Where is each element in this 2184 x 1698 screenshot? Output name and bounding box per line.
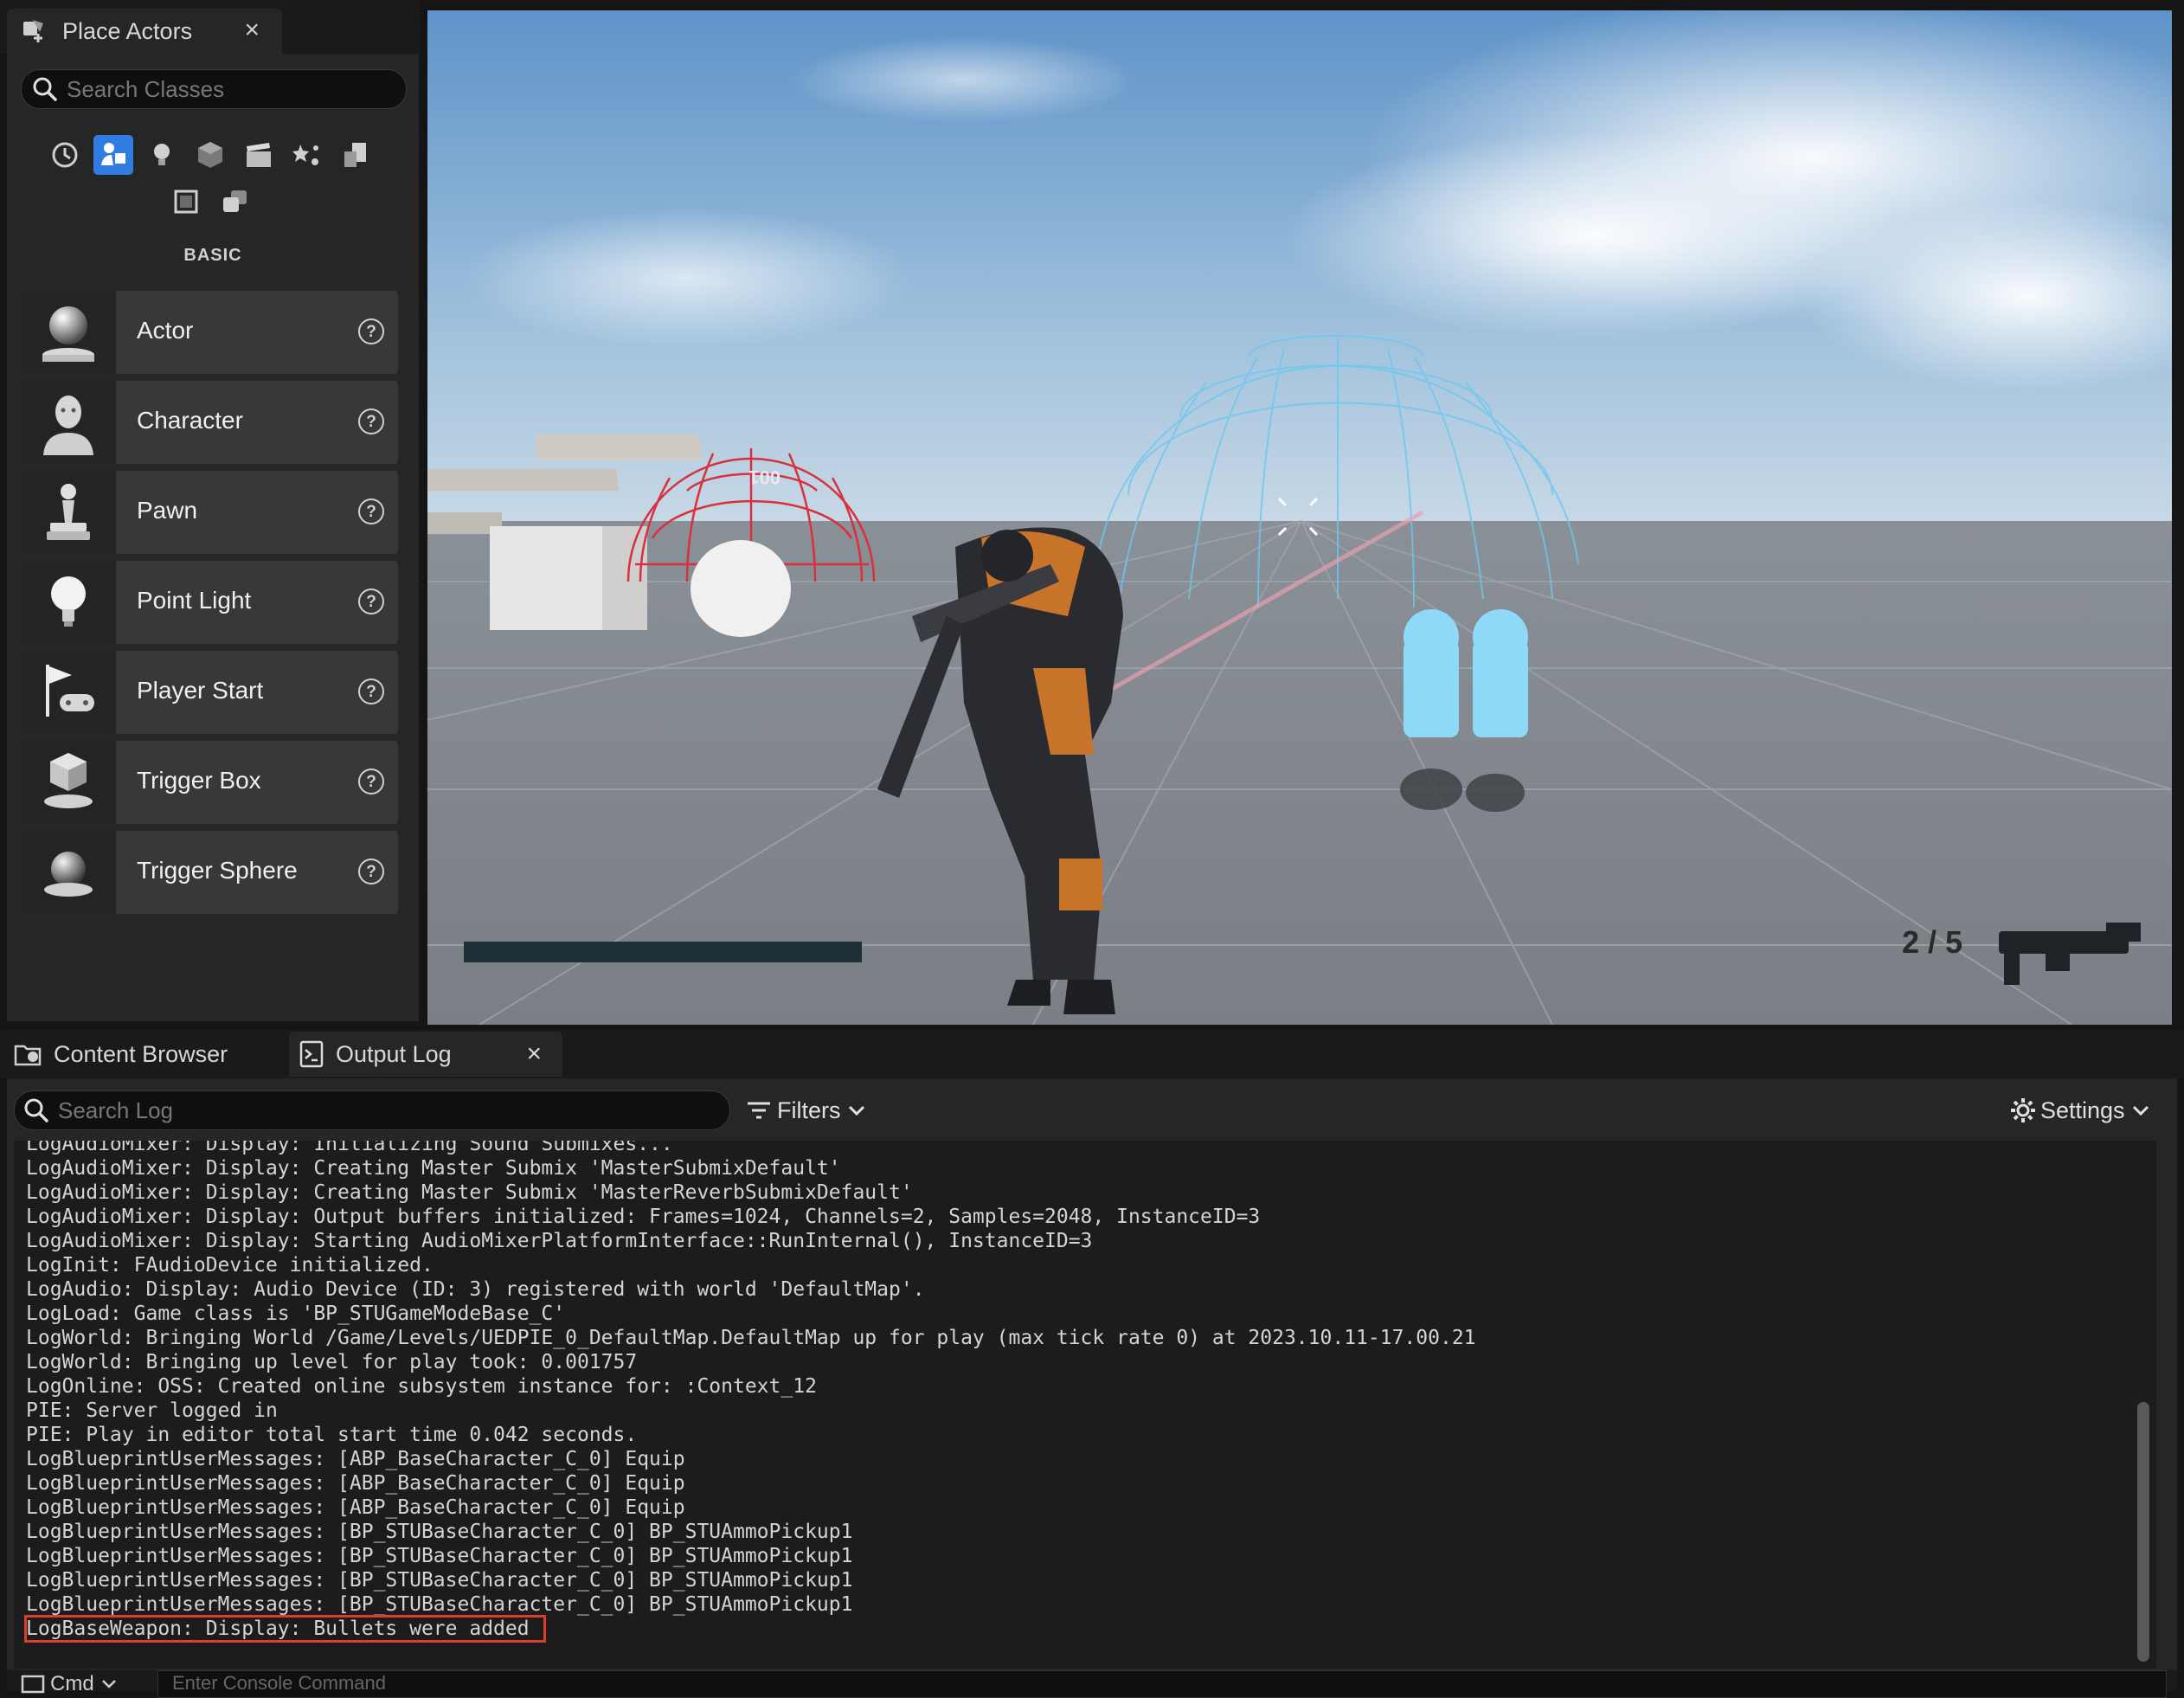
- all-classes-icon[interactable]: [215, 182, 254, 222]
- log-line: LogBlueprintUserMessages: [BP_STUBaseCha…: [26, 1521, 853, 1543]
- actor-item-player-start[interactable]: Player Start ?: [21, 651, 398, 734]
- character-icon: [21, 381, 116, 464]
- settings-label: Settings: [2040, 1097, 2125, 1123]
- level-viewport[interactable]: 001 2 / 5: [427, 10, 2172, 1025]
- actor-item-label: Actor: [137, 317, 194, 344]
- log-output-area[interactable]: LogAudioMixer: Display: Initializing Sou…: [14, 1141, 2156, 1669]
- cmd-dropdown[interactable]: Cmd: [21, 1672, 117, 1696]
- close-icon[interactable]: ×: [526, 1039, 542, 1069]
- search-log-input[interactable]: [56, 1096, 717, 1125]
- help-icon[interactable]: ?: [358, 408, 384, 434]
- close-icon[interactable]: ×: [244, 16, 260, 45]
- help-icon[interactable]: ?: [358, 769, 384, 794]
- recent-icon[interactable]: [45, 135, 85, 175]
- help-icon[interactable]: ?: [358, 679, 384, 704]
- place-actors-icon: [21, 16, 50, 46]
- search-classes-field[interactable]: [21, 69, 407, 109]
- log-line: LogAudioMixer: Display: Creating Master …: [26, 1181, 913, 1204]
- log-line: LogBlueprintUserMessages: [BP_STUBaseCha…: [26, 1593, 853, 1616]
- cinematic-icon[interactable]: [239, 135, 279, 175]
- log-line: LogBlueprintUserMessages: [ABP_BaseChara…: [26, 1496, 685, 1519]
- trigger-box-icon: [21, 741, 116, 824]
- log-line: LogWorld: Bringing up level for play too…: [26, 1351, 638, 1373]
- output-log-label: Output Log: [336, 1040, 452, 1067]
- actor-item-character[interactable]: Character ?: [21, 381, 398, 464]
- log-line: LogBlueprintUserMessages: [ABP_BaseChara…: [26, 1448, 685, 1470]
- settings-button[interactable]: Settings: [2009, 1092, 2149, 1129]
- actor-item-pawn[interactable]: Pawn ?: [21, 471, 398, 554]
- health-bar: [464, 942, 862, 962]
- actor-item-label: Pawn: [137, 497, 198, 524]
- log-line: LogAudioMixer: Display: Output buffers i…: [26, 1206, 1261, 1228]
- cmd-label: Cmd: [50, 1672, 94, 1695]
- search-icon: [23, 1097, 49, 1123]
- log-line: PIE: Play in editor total start time 0.0…: [26, 1424, 638, 1446]
- log-line: LogAudio: Display: Audio Device (ID: 3) …: [26, 1278, 925, 1301]
- log-line: LogAudioMixer: Display: Initializing Sou…: [26, 1141, 673, 1155]
- output-log-icon: [299, 1039, 324, 1069]
- section-label-basic: BASIC: [183, 246, 242, 265]
- pawn-icon: [21, 471, 116, 554]
- actor-item-actor[interactable]: Actor ?: [21, 291, 398, 374]
- log-line: LogBlueprintUserMessages: [BP_STUBaseCha…: [26, 1545, 853, 1567]
- actor-item-point-light[interactable]: Point Light ?: [21, 561, 398, 644]
- actor-item-label: Player Start: [137, 677, 264, 704]
- actor-item-trigger-sphere[interactable]: Trigger Sphere ?: [21, 831, 398, 914]
- content-browser-label: Content Browser: [54, 1040, 228, 1067]
- actor-item-label: Trigger Sphere: [137, 857, 298, 884]
- tab-output-log[interactable]: Output Log ×: [289, 1032, 562, 1077]
- console-command-field[interactable]: [157, 1670, 2167, 1698]
- basic-icon[interactable]: [93, 135, 133, 175]
- actor-sphere-icon: [21, 291, 116, 374]
- log-line: LogOnline: OSS: Created online subsystem…: [26, 1375, 817, 1398]
- filter-icon: [746, 1098, 772, 1122]
- search-log-field[interactable]: [14, 1090, 730, 1130]
- help-icon[interactable]: ?: [358, 318, 384, 344]
- actor-item-label: Character: [137, 407, 243, 434]
- log-line: LogInit: FAudioDevice initialized.: [26, 1254, 434, 1277]
- log-line: LogBlueprintUserMessages: [BP_STUBaseCha…: [26, 1569, 853, 1592]
- game-scene: 001: [427, 10, 2172, 1025]
- search-classes-input[interactable]: [65, 74, 397, 104]
- actor-item-label: Point Light: [137, 587, 252, 614]
- player-start-flag-icon: [21, 651, 116, 734]
- log-line: LogBlueprintUserMessages: [ABP_BaseChara…: [26, 1472, 685, 1495]
- chevron-down-icon: [2132, 1104, 2149, 1116]
- help-icon[interactable]: ?: [358, 589, 384, 614]
- tab-content-browser[interactable]: Content Browser: [10, 1032, 284, 1077]
- filters-label: Filters: [777, 1097, 841, 1123]
- log-line: PIE: Server logged in: [26, 1399, 278, 1422]
- place-actors-title: Place Actors: [62, 17, 193, 44]
- geometry-icon[interactable]: [336, 135, 376, 175]
- shapes-icon[interactable]: [190, 135, 230, 175]
- actor-item-label: Trigger Box: [137, 767, 261, 794]
- chevron-down-icon: [101, 1679, 117, 1689]
- sphere-label: 001: [748, 466, 780, 488]
- help-icon[interactable]: ?: [358, 498, 384, 524]
- filters-button[interactable]: Filters: [746, 1092, 865, 1129]
- tab-place-actors[interactable]: Place Actors ×: [7, 9, 282, 54]
- trigger-sphere-icon: [21, 831, 116, 914]
- visual-effects-icon[interactable]: [287, 135, 327, 175]
- volumes-icon[interactable]: [166, 182, 206, 222]
- search-icon: [32, 76, 58, 102]
- chevron-down-icon: [848, 1104, 865, 1116]
- log-line: LogAudioMixer: Display: Starting AudioMi…: [26, 1230, 1093, 1252]
- content-browser-icon: [14, 1039, 43, 1069]
- log-lines: LogAudioMixer: Display: Initializing Sou…: [24, 1141, 1476, 1643]
- log-line: LogAudioMixer: Display: Creating Master …: [26, 1157, 841, 1180]
- light-bulb-icon: [21, 561, 116, 644]
- log-line: LogLoad: Game class is 'BP_STUGameModeBa…: [26, 1302, 566, 1325]
- ammo-counter: 2 / 5: [1902, 924, 1963, 960]
- log-line-highlighted: LogBaseWeapon: Display: Bullets were add…: [24, 1615, 546, 1643]
- lights-icon[interactable]: [142, 135, 182, 175]
- console-command-input[interactable]: [170, 1671, 693, 1695]
- help-icon[interactable]: ?: [358, 859, 384, 884]
- log-scrollbar[interactable]: [2137, 1402, 2149, 1662]
- log-line: LogWorld: Bringing World /Game/Levels/UE…: [26, 1327, 1476, 1349]
- actor-item-trigger-box[interactable]: Trigger Box ?: [21, 741, 398, 824]
- gear-icon: [2009, 1097, 2037, 1124]
